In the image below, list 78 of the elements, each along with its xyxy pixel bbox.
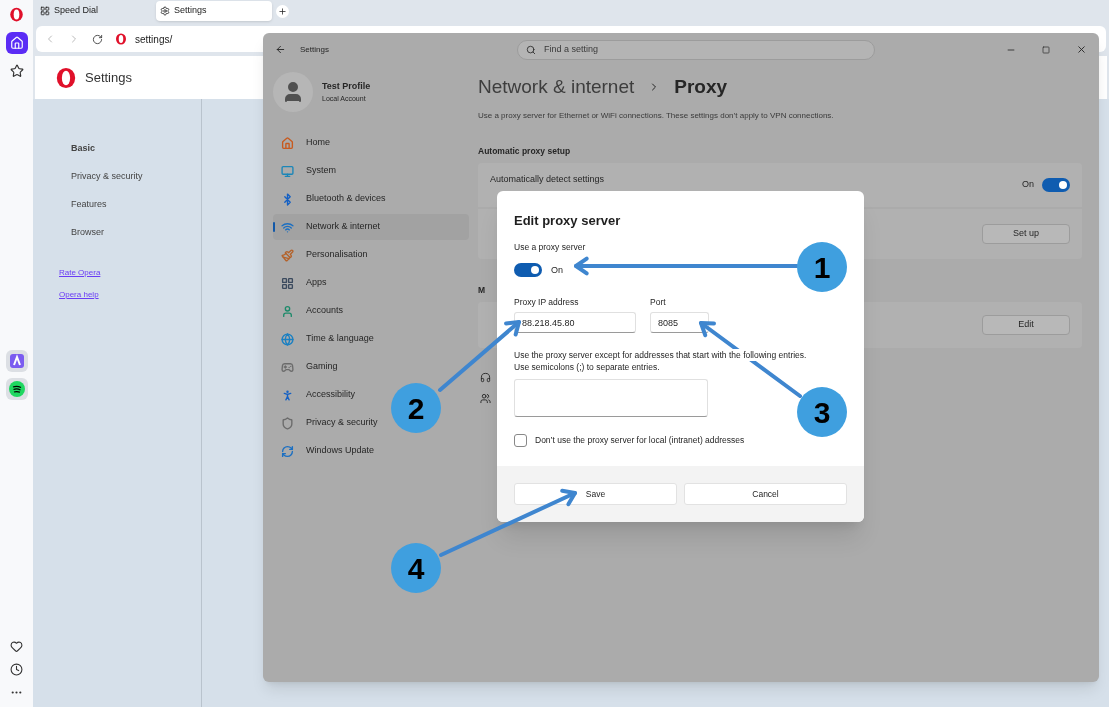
back-icon[interactable]: [275, 44, 286, 55]
settings-nav-item[interactable]: Privacy & security: [71, 163, 201, 191]
checkbox[interactable]: [514, 434, 527, 447]
settings-nav-item[interactable]: Features: [71, 191, 201, 219]
people-icon: [480, 392, 491, 404]
opera-logo-icon: [9, 7, 24, 22]
checkbox-label: Don’t use the proxy server for local (intranet) addresses: [535, 434, 745, 447]
house-icon: [281, 136, 294, 150]
help-link[interactable]: Rate Opera: [59, 267, 101, 279]
bluetooth-icon: [281, 192, 294, 206]
headset-icon: [480, 371, 491, 383]
opera-logo-icon: [55, 66, 77, 89]
nav-item[interactable]: Apps: [273, 270, 469, 296]
grid-icon: [40, 6, 50, 16]
nav-item[interactable]: System: [273, 158, 469, 184]
toggle-state: On: [551, 263, 563, 277]
music-app-icon[interactable]: [5, 378, 28, 400]
reload-icon[interactable]: [92, 33, 103, 45]
hint-text: Use the proxy server except for addresses that start with the following entries.: [514, 349, 807, 361]
port-field[interactable]: 8085: [650, 312, 709, 333]
dialog-button[interactable]: Cancel: [684, 483, 847, 505]
settings-nav-item[interactable]: Basic: [71, 135, 201, 163]
exceptions-field[interactable]: [514, 379, 708, 417]
monitor-icon: [281, 164, 294, 178]
field-label: Proxy IP address: [514, 296, 580, 309]
nav-item[interactable]: Time & language: [273, 326, 469, 352]
person-icon: [281, 388, 294, 402]
maximize-icon[interactable]: [1042, 45, 1050, 54]
shield-icon: [281, 416, 294, 430]
wifi-icon: [281, 220, 294, 234]
avatar-icon: [273, 72, 313, 112]
plus-icon: [278, 6, 287, 16]
setting-label: Automatically detect settings: [490, 173, 605, 186]
person-icon: [281, 304, 294, 318]
section-heading: Automatic proxy setup: [478, 145, 572, 158]
help-link[interactable]: Opera help: [59, 289, 99, 301]
nav-item[interactable]: Network & internet: [273, 214, 469, 240]
new-tab-button[interactable]: [276, 4, 289, 18]
opera-logo-icon: [115, 33, 127, 45]
dialog-button[interactable]: Save: [514, 483, 677, 505]
setup-button[interactable]: Set up: [982, 223, 1070, 244]
tab[interactable]: Settings: [156, 1, 272, 21]
ip-address-field[interactable]: 88.218.45.80: [514, 312, 636, 333]
nav-item[interactable]: Windows Update: [273, 438, 469, 464]
nav-item[interactable]: Gaming: [273, 354, 469, 380]
hint-text: Use semicolons (;) to separate entries.: [514, 361, 660, 373]
brush-icon: [281, 248, 294, 262]
page-title: Settings: [85, 68, 132, 87]
nav-item[interactable]: Accounts: [273, 298, 469, 324]
tab[interactable]: Speed Dial: [36, 1, 152, 21]
toggle-state: On: [1022, 178, 1034, 191]
url-text[interactable]: settings/: [135, 31, 173, 47]
refresh-icon: [281, 444, 294, 458]
search-icon: [526, 44, 536, 55]
close-icon[interactable]: [1076, 44, 1087, 55]
toggle-switch[interactable]: [514, 263, 542, 278]
app-icon[interactable]: [5, 350, 28, 372]
home-icon[interactable]: [5, 32, 28, 54]
search-field[interactable]: Find a setting: [517, 39, 875, 60]
breadcrumb-parent[interactable]: Network & internet: [478, 72, 635, 102]
gamepad-icon: [281, 360, 294, 374]
dialog-title: Edit proxy server: [514, 212, 622, 230]
section-heading: M: [478, 283, 487, 297]
field-label: Port: [650, 296, 667, 309]
gear-icon: [160, 6, 170, 16]
window-title: Settings: [300, 43, 330, 56]
toggle-switch[interactable]: [1042, 177, 1070, 192]
settings-nav-item[interactable]: Browser: [71, 219, 201, 247]
field-label: Use a proxy server: [514, 240, 587, 254]
nav-item[interactable]: Bluetooth & devices: [273, 186, 469, 212]
profile-name: Test Profile: [322, 80, 371, 93]
apps-icon: [281, 276, 294, 290]
globe-icon: [281, 332, 294, 346]
page-heading: Proxy: [674, 74, 728, 99]
edit-button[interactable]: Edit: [982, 314, 1070, 335]
description-text: Use a proxy server for Ethernet or WiFi connections. These settings don’t apply to VPN connections.: [478, 110, 835, 122]
nav-item[interactable]: Home: [273, 130, 469, 156]
nav-item[interactable]: Personalisation: [273, 242, 469, 268]
